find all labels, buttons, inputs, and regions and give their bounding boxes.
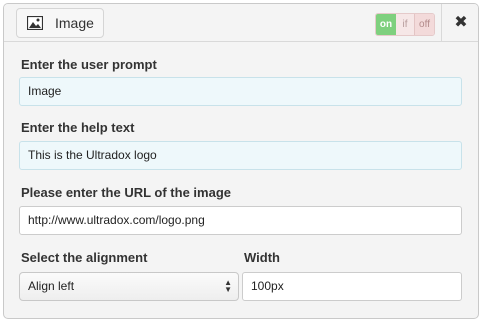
header-divider [441,4,442,42]
toggle-off[interactable]: off [414,14,434,35]
width-label: Width [244,250,280,265]
panel-header: Image on if off ✖ [4,4,478,42]
on-if-off-toggle: on if off [375,13,435,36]
prompt-label: Enter the user prompt [21,57,157,72]
help-text-label: Enter the help text [21,120,135,135]
image-block-panel: Image on if off ✖ Enter the user prompt … [3,3,479,319]
block-type-label: Image [55,15,94,31]
toggle-on[interactable]: on [376,14,396,35]
alignment-select-value: Align left [28,279,75,293]
toggle-if[interactable]: if [396,14,414,35]
select-arrows-icon: ▲ ▼ [224,278,232,294]
width-input[interactable]: 100px [242,272,462,301]
alignment-label: Select the alignment [21,250,148,265]
image-icon [26,15,44,31]
alignment-select[interactable]: Align left ▲ ▼ [19,272,239,301]
url-label: Please enter the URL of the image [21,185,231,200]
url-input[interactable]: http://www.ultradox.com/logo.png [19,206,462,235]
help-text-input[interactable]: This is the Ultradox logo [19,141,462,170]
prompt-input[interactable]: Image [19,77,462,106]
block-type-pill[interactable]: Image [16,8,104,38]
close-icon[interactable]: ✖ [451,13,471,33]
